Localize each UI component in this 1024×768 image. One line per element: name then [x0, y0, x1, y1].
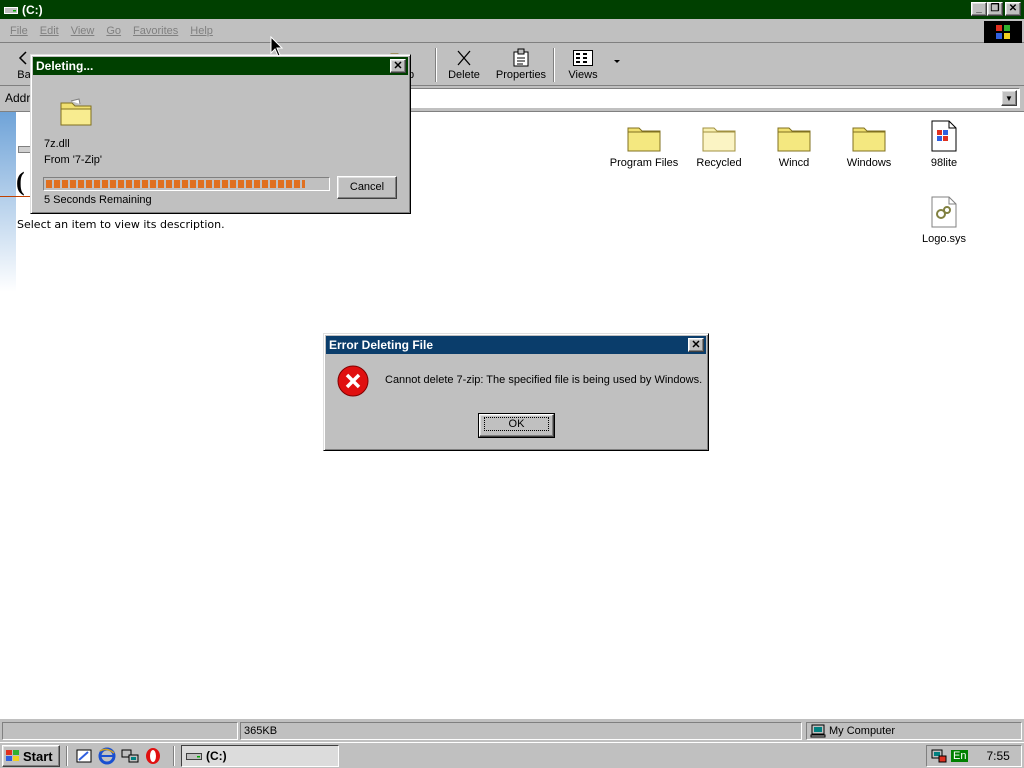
start-label: Start	[23, 748, 53, 764]
recycle-folder-icon	[702, 127, 736, 152]
cancel-label: Cancel	[349, 181, 385, 193]
taskbar-task-c-drive[interactable]: (C:)	[181, 745, 339, 767]
deleting-title: Deleting...	[36, 59, 94, 73]
cancel-button[interactable]: Cancel	[337, 176, 397, 199]
status-panel-objects	[2, 722, 238, 740]
error-title-bar[interactable]: Error Deleting File ✕	[326, 336, 706, 354]
my-computer-icon	[810, 724, 826, 738]
menu-help[interactable]: Help	[184, 25, 219, 37]
start-button[interactable]: Start	[2, 745, 60, 767]
deleting-from-text: From '7-Zip'	[44, 154, 102, 166]
windows-logo-throbber	[984, 21, 1022, 43]
delete-button[interactable]: Delete	[442, 47, 486, 85]
folder-icon	[777, 127, 811, 152]
ok-label: OK	[483, 417, 550, 431]
status-zone: My Computer	[829, 725, 896, 737]
status-size: 365KB	[244, 725, 278, 737]
file-item-recycled[interactable]: Recycled	[679, 116, 759, 169]
deleting-title-bar[interactable]: Deleting... ✕	[33, 57, 408, 75]
file-label: Recycled	[696, 157, 742, 169]
file-item-windows[interactable]: Windows	[829, 116, 909, 169]
menu-favorites[interactable]: Favorites	[127, 25, 184, 37]
network-icon[interactable]	[121, 747, 139, 765]
file-label: Program Files	[609, 157, 679, 169]
taskbar-separator	[66, 746, 68, 766]
taskbar-separator	[173, 746, 175, 766]
file-label: Logo.sys	[921, 233, 967, 245]
error-close-button[interactable]: ✕	[688, 338, 704, 352]
deleting-close-button[interactable]: ✕	[390, 59, 406, 73]
views-label: Views	[568, 69, 598, 81]
internet-explorer-icon[interactable]	[98, 747, 116, 765]
error-title: Error Deleting File	[329, 338, 434, 352]
folder-icon	[852, 127, 886, 152]
file-label: Wincd	[778, 157, 810, 169]
file-item-logo-sys[interactable]: Logo.sys	[904, 192, 984, 245]
drive-heading: (	[16, 167, 25, 196]
windows-flag-icon	[996, 25, 1010, 39]
delete-progress-bar	[43, 177, 330, 191]
menu-edit[interactable]: Edit	[34, 25, 65, 37]
window-title: (C:)	[22, 2, 43, 17]
delete-label: Delete	[448, 69, 480, 81]
windows-flag-icon	[6, 750, 19, 761]
error-message: Cannot delete 7-zip: The specified file …	[385, 374, 703, 386]
file-label: 98lite	[930, 157, 958, 169]
menu-bar: File Edit View Go Favorites Help	[0, 19, 1024, 43]
error-dialog: Error Deleting File ✕ Cannot delete 7-zi…	[323, 333, 709, 451]
clock[interactable]: 7:55	[986, 749, 1009, 763]
error-icon	[337, 365, 369, 397]
system-tray: En 7:55	[926, 745, 1022, 767]
close-button[interactable]: ✕	[1005, 2, 1021, 16]
address-dropdown-button[interactable]: ▼	[1001, 90, 1017, 106]
status-panel-zone: My Computer	[806, 722, 1022, 740]
properties-button[interactable]: Properties	[492, 47, 550, 85]
main-title-bar[interactable]: (C:) _ ❐ ✕	[0, 0, 1024, 19]
item-description: Select an item to view its description.	[17, 218, 225, 231]
mouse-cursor-icon	[270, 36, 284, 57]
status-panel-size: 365KB	[240, 722, 802, 740]
toolbar-separator	[553, 48, 555, 82]
system-file-icon	[931, 196, 957, 228]
properties-label: Properties	[495, 69, 547, 81]
tray-display-icon[interactable]	[931, 748, 947, 764]
deleting-dialog: Deleting... ✕ 7z.dll From '7-Zip' Cancel…	[30, 54, 411, 214]
deleting-file-name: 7z.dll	[44, 138, 70, 150]
executable-icon	[931, 120, 957, 152]
drive-icon	[4, 6, 18, 14]
menu-file[interactable]: File	[4, 25, 34, 37]
language-indicator[interactable]: En	[951, 750, 969, 762]
opera-icon[interactable]	[144, 747, 162, 765]
dropdown-arrow-icon	[614, 60, 620, 63]
menu-go[interactable]: Go	[100, 25, 127, 37]
heading-rule	[0, 196, 30, 197]
flying-folder-icon	[60, 98, 92, 126]
address-label: Addr	[5, 91, 31, 105]
status-bar: 365KB My Computer	[0, 720, 1024, 741]
webview-background	[0, 112, 16, 292]
time-remaining: 5 Seconds Remaining	[44, 194, 152, 206]
taskbar: Start (C:) En 7:55	[0, 742, 1024, 768]
views-button[interactable]: Views	[560, 47, 606, 85]
task-label: (C:)	[206, 749, 227, 763]
file-item-program-files[interactable]: Program Files	[604, 116, 684, 169]
show-desktop-icon[interactable]	[75, 747, 93, 765]
file-label: Windows	[846, 157, 892, 169]
back-label: Ba	[17, 69, 31, 81]
minimize-button[interactable]: _	[971, 2, 987, 16]
folder-icon	[627, 127, 661, 152]
properties-icon	[513, 48, 529, 67]
file-item-98lite[interactable]: 98lite	[904, 116, 984, 169]
toolbar-separator	[435, 48, 437, 82]
restore-button[interactable]: ❐	[987, 2, 1003, 16]
ok-button[interactable]: OK	[478, 413, 555, 438]
delete-x-icon	[457, 50, 471, 66]
progress-fill	[46, 180, 305, 188]
drive-icon	[186, 753, 202, 760]
menu-view[interactable]: View	[65, 25, 101, 37]
file-item-wincd[interactable]: Wincd	[754, 116, 834, 169]
views-grid-icon	[573, 50, 593, 66]
